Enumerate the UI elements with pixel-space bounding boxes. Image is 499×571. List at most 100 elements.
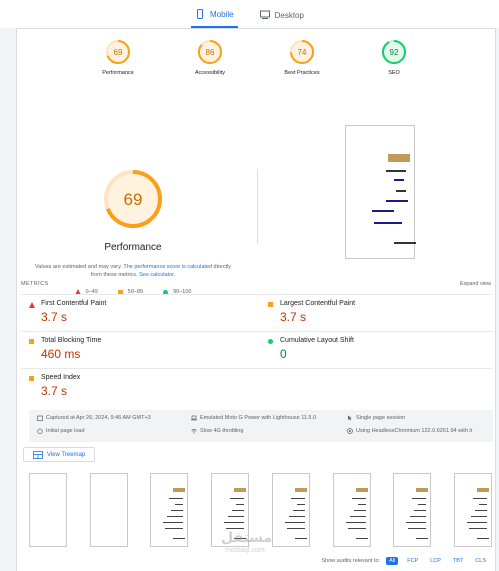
frame-line — [475, 510, 487, 511]
frame-line — [479, 504, 487, 505]
info-browser: Using HeadlessChromium 122.0.6261.94 wit… — [347, 428, 472, 434]
frame-line — [473, 498, 487, 499]
captured-text: Captured at Apr 26, 2024, 9:46 AM GMT+3 — [46, 415, 151, 421]
metrics-header: METRICS Expand view — [21, 281, 491, 293]
metric-name: Largest Contentful Paint — [280, 300, 356, 307]
device-tabs: Mobile Desktop — [0, 0, 499, 28]
divider — [257, 169, 258, 244]
gauge-score: 92 — [390, 48, 399, 57]
tab-desktop-label: Desktop — [274, 10, 304, 20]
info-captured: Captured at Apr 26, 2024, 9:46 AM GMT+3 — [37, 415, 151, 421]
frame-line — [289, 516, 305, 517]
chrome-icon — [347, 428, 353, 434]
metric-tbt: Total Blocking Time 460 ms — [21, 332, 254, 368]
frame-line — [348, 528, 366, 529]
frame-line — [236, 504, 244, 505]
gauge-score: 86 — [206, 48, 215, 57]
metric-value: 3.7 s — [41, 310, 68, 324]
metric-name: Total Blocking Time — [41, 337, 102, 344]
gauge-best-practices[interactable]: 74 Best Practices — [270, 39, 334, 76]
final-screenshot[interactable] — [345, 125, 416, 259]
performance-big-gauge: 69 — [104, 170, 162, 228]
gauge-label: Accessibility — [195, 70, 225, 76]
frame-line — [224, 522, 244, 523]
filter-chip-cls[interactable]: CLS — [472, 557, 489, 565]
frame-line — [354, 510, 366, 511]
frame-line — [228, 516, 244, 517]
see-calculator-link[interactable]: See calculator. — [139, 272, 175, 278]
laptop-icon — [191, 415, 197, 421]
frame-line — [346, 522, 366, 523]
frame-line — [167, 516, 183, 517]
frame-line — [471, 516, 487, 517]
filter-chip-lcp[interactable]: LCP — [427, 557, 444, 565]
screenshot-line — [386, 200, 408, 202]
frame-header-block — [295, 488, 307, 492]
square-icon — [268, 302, 273, 307]
filter-chip-tbt[interactable]: TBT — [450, 557, 466, 565]
filmstrip-frame — [393, 473, 431, 547]
screenshot-line — [374, 222, 402, 224]
frame-header-block — [477, 488, 489, 492]
frame-header-block — [416, 488, 428, 492]
performance-big-score: 69 — [124, 190, 143, 209]
tab-mobile[interactable]: Mobile — [191, 2, 238, 28]
frame-line — [416, 538, 428, 539]
screenshot-line — [394, 179, 404, 181]
score-gauge-ring: 86 — [198, 40, 222, 64]
gauge-seo[interactable]: 92 SEO — [362, 39, 426, 76]
gauge-score: 69 — [114, 48, 123, 57]
triangle-icon — [29, 302, 35, 308]
mobile-icon — [197, 9, 204, 19]
frame-line — [295, 538, 307, 539]
frame-line — [171, 510, 183, 511]
view-treemap-button[interactable]: View Treemap — [23, 447, 95, 462]
watermark: مستقل — [221, 529, 273, 545]
view-treemap-label: View Treemap — [46, 451, 86, 458]
frame-line — [287, 528, 305, 529]
info-throttling: Slow 4G throttling — [191, 428, 243, 434]
gauge-accessibility[interactable]: 86 Accessibility — [178, 39, 242, 76]
filmstrip-frame — [272, 473, 310, 547]
performance-summary: 69 Performance Values are estimated and … — [17, 154, 249, 295]
filter-label: Show audits relevant to: — [321, 558, 381, 564]
gauge-performance[interactable]: 69 Performance — [86, 39, 150, 76]
treemap-icon — [32, 450, 43, 459]
filter-chip-all[interactable]: All — [386, 557, 399, 565]
tab-desktop[interactable]: Desktop — [256, 2, 308, 28]
frame-line — [410, 516, 426, 517]
metric-name: Speed Index — [41, 374, 81, 381]
frame-line — [163, 522, 183, 523]
frame-line — [232, 510, 244, 511]
frame-line — [477, 538, 489, 539]
frame-line — [358, 504, 366, 505]
frame-line — [297, 504, 305, 505]
frame-line — [285, 522, 305, 523]
cursor-icon — [348, 415, 352, 421]
metric-fcp: First Contentful Paint 3.7 s — [21, 295, 254, 331]
metrics-row: Speed Index 3.7 s — [21, 368, 493, 405]
screenshot-line — [396, 190, 406, 192]
frame-line — [165, 528, 183, 529]
circle-icon — [268, 339, 273, 344]
expand-view-toggle[interactable]: Expand view — [460, 281, 491, 293]
filter-chip-fcp[interactable]: FCP — [404, 557, 421, 565]
score-calculated-link[interactable]: performance score is calculated — [134, 264, 212, 270]
frame-line — [414, 510, 426, 511]
runtime-info: Captured at Apr 26, 2024, 9:46 AM GMT+3 … — [29, 410, 493, 442]
metric-name: First Contentful Paint — [41, 300, 107, 307]
wifi-icon — [191, 428, 197, 434]
screenshot-header-block — [388, 154, 410, 162]
square-icon — [29, 376, 34, 381]
frame-line — [469, 528, 487, 529]
gauge-label: Performance — [102, 70, 134, 76]
frame-line — [356, 538, 368, 539]
desktop-icon — [259, 10, 270, 19]
browser-text: Using HeadlessChromium 122.0.6261.94 wit… — [356, 428, 473, 434]
frame-line — [175, 504, 183, 505]
metric-name: Cumulative Layout Shift — [280, 337, 354, 344]
watermark-url: mostaql.com — [225, 547, 265, 554]
frame-line — [169, 498, 183, 499]
emulated-text: Emulated Moto G Power with Lighthouse 11… — [200, 415, 317, 421]
frame-line — [352, 498, 366, 499]
